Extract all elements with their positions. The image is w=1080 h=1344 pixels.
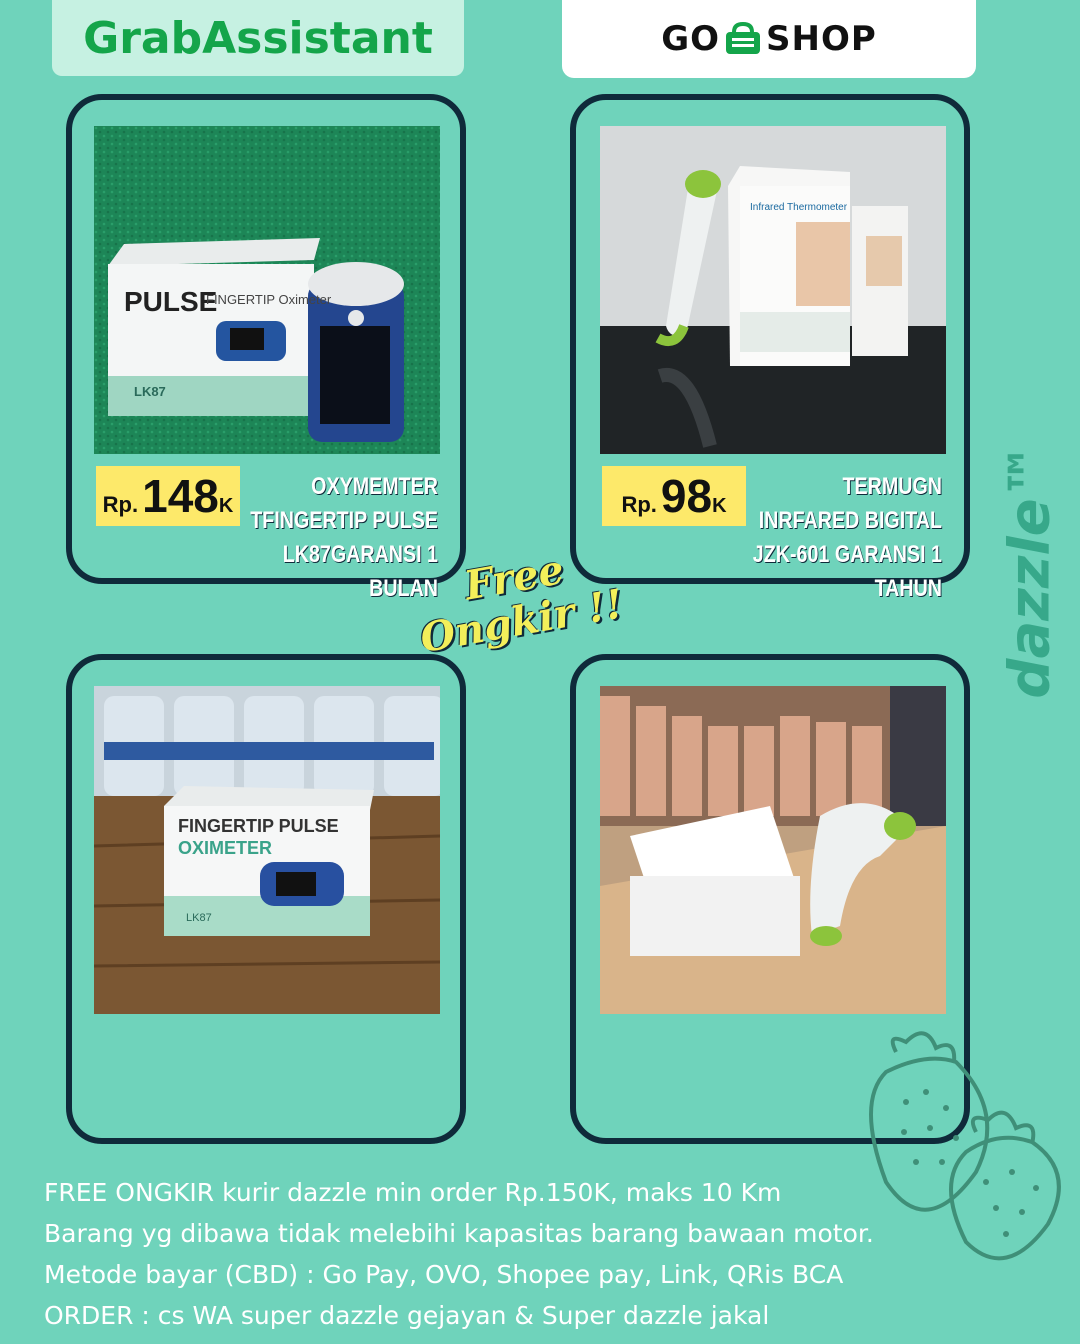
product-card-2[interactable]: Infrared Thermometer Rp. 98 K TERMUGN IN… [570,94,970,602]
product-title-line: OXYMEMTER [311,473,438,500]
footer-line-capacity: Barang yg dibawa tidak melebihi kapasita… [44,1219,874,1248]
product-card-1[interactable]: PULSE FINGERTIP Oximeter LK87 Rp. 148 K … [66,94,466,602]
dazzle-brand: dazzle™ [990,440,1070,700]
photo-label-model: LK87 [134,384,166,399]
footer-info: FREE ONGKIR kurir dazzle min order Rp.15… [44,1172,1054,1336]
price-prefix: Rp. [102,492,139,517]
dazzle-brand-text: dazzle™ [997,441,1063,699]
goshop-logo: GO SHOP [562,0,976,78]
photo-label-fingertip: FINGERTIP PULSE [178,816,339,836]
product-photo-oximeter: PULSE FINGERTIP Oximeter LK87 [94,126,440,454]
product-title-line: JZK-601 GARANSI 1 TAHUN [752,541,942,602]
shopping-bag-icon [726,22,761,54]
photo-label-oximeter: FINGERTIP Oximeter [206,292,332,307]
product-photo-oximeter-box: FINGERTIP PULSE OXIMETER LK87 [94,686,440,1014]
goshop-text-shop: SHOP [766,19,877,59]
product-title: TERMUGN INRFARED BIGITAL JZK-601 GARANSI… [704,470,942,606]
price-tag: Rp. 148 K [96,466,240,526]
grab-assistant-text: GrabAssistant [83,12,433,64]
goshop-text-go: GO [661,19,721,59]
product-photo-thermometer-store [600,686,946,1014]
photo-label-model: LK87 [186,912,212,924]
price-prefix: Rp. [621,492,657,517]
product-photo-thermometer: Infrared Thermometer [600,126,946,454]
footer-line-order: ORDER : cs WA super dazzle gejayan & Sup… [44,1301,770,1330]
grab-assistant-logo: GrabAssistant [52,0,464,76]
photo-label-box: Infrared Thermometer [750,202,848,213]
product-title-line: INRFARED BIGITAL [758,507,942,534]
product-title-line: TFINGERTIP PULSE [250,507,438,534]
photo-label-pulse: PULSE [124,286,218,317]
footer-line-payment: Metode bayar (CBD) : Go Pay, OVO, Shopee… [44,1260,844,1289]
photo-label-oximeter: OXIMETER [178,838,273,858]
product-card-3[interactable]: FINGERTIP PULSE OXIMETER LK87 [66,654,466,1144]
price-value: 148 [142,470,219,522]
footer-line-free-ongkir: FREE ONGKIR kurir dazzle min order Rp.15… [44,1178,782,1207]
product-title-line: TERMUGN [842,473,942,500]
